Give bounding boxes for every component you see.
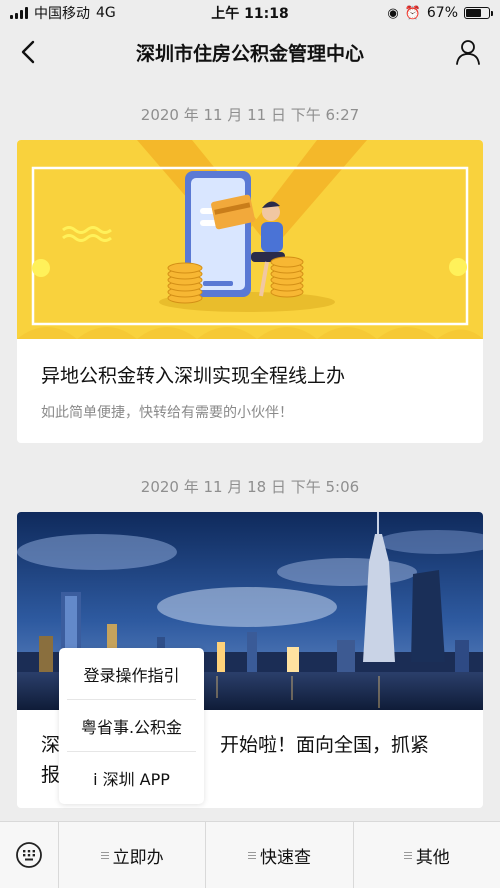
menu-item-ishenzhen-app[interactable]: i 深圳 APP (67, 752, 196, 804)
battery-percent: 67% (426, 5, 458, 21)
menu-button-other[interactable]: 其他 (354, 822, 500, 888)
article-title: 异地公积金转入深圳实现全程线上办 (41, 365, 346, 387)
menu-lines-icon (403, 850, 412, 861)
signal-icon (10, 7, 28, 19)
page-title: 深圳市住房公积金管理中心 (135, 42, 364, 65)
menu-item-yueshengshi[interactable]: 粤省事.公积金 (67, 700, 196, 752)
chevron-left-icon[interactable] (14, 36, 44, 68)
menu-button-label: 立即办 (112, 847, 164, 868)
menu-button-quick-query[interactable]: 快速查 (206, 822, 354, 888)
article-card[interactable]: 异地公积金转入深圳实现全程线上办 如此简单便捷，快转给有需要的小伙伴！ (17, 140, 483, 443)
person-icon[interactable] (454, 38, 482, 66)
location-icon: ◉ (387, 5, 399, 21)
menu-lines-icon (247, 850, 256, 861)
article-banner-image (17, 140, 483, 339)
article-title-part: 报 (41, 764, 61, 786)
network-label: 4G (96, 5, 116, 21)
bottom-menu-bar: 立即办 快速查 其他 (0, 821, 500, 888)
menu-button-apply-now[interactable]: 立即办 (59, 822, 207, 888)
status-right: ◉ ⏰ 67% (387, 5, 493, 21)
battery-icon (464, 7, 493, 19)
carrier-label: 中国移动 (34, 6, 90, 22)
menu-button-label: 快速查 (259, 847, 311, 868)
article-title-part: 深 (41, 734, 61, 756)
keyboard-icon (16, 842, 42, 868)
article-title-part: 开始啦！面向全国，抓紧 (220, 734, 430, 756)
keyboard-toggle-button[interactable] (0, 822, 59, 888)
battery-fill (466, 9, 481, 17)
menu-lines-icon (100, 850, 109, 861)
article-description: 如此简单便捷，快转给有需要的小伙伴！ (41, 405, 293, 421)
message-timestamp: 2020 年 11 月 11 日 下午 6:27 (140, 106, 360, 124)
menu-item-login-guide[interactable]: 登录操作指引 (67, 648, 196, 700)
alarm-icon: ⏰ (404, 5, 421, 21)
message-timestamp: 2020 年 11 月 18 日 下午 5:06 (140, 478, 360, 496)
status-bar: 中国移动 4G 上午 11:18 ◉ ⏰ 67% (0, 0, 500, 26)
nav-bar: 深圳市住房公积金管理中心 (0, 26, 500, 78)
submenu-popup: 登录操作指引 粤省事.公积金 i 深圳 APP (59, 648, 204, 804)
status-left: 中国移动 4G (10, 3, 116, 23)
menu-button-label: 其他 (415, 847, 450, 868)
